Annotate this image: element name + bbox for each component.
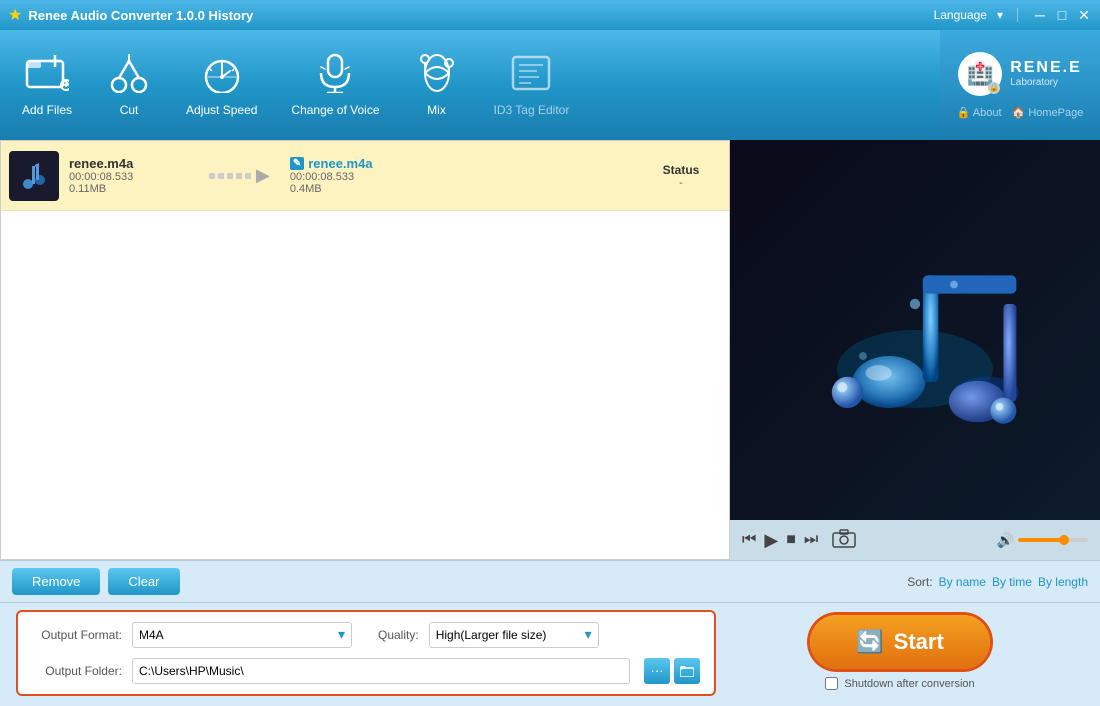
output-form: Output Format: M4A ▾ Quality: High(Large… (16, 610, 716, 696)
file-list-area: renee.m4a 00:00:08.533 0.11MB ▶ ✎ renee.… (0, 140, 730, 560)
maximize-button[interactable]: □ (1054, 7, 1070, 23)
quality-select[interactable]: High(Larger file size) ▾ (429, 622, 599, 648)
adjust-speed-icon (200, 53, 244, 99)
add-files-icon (25, 53, 69, 99)
add-files-label: Add Files (22, 103, 72, 117)
logo-area: 🏥 🔒 RENE.E Laboratory 🔒 About 🏠 HomePage (940, 30, 1100, 140)
folder-row: Output Folder: C:\Users\HP\Music\ ··· (32, 658, 700, 684)
toolbar-item-id3[interactable]: ID3 Tag Editor (482, 47, 582, 123)
change-of-voice-label: Change of Voice (291, 103, 379, 117)
id3-label: ID3 Tag Editor (494, 103, 570, 117)
about-link[interactable]: 🔒 About (957, 106, 1002, 119)
output-settings: Output Format: M4A ▾ Quality: High(Large… (0, 602, 1100, 702)
shutdown-label: Shutdown after conversion (844, 678, 974, 690)
shutdown-checkbox[interactable] (825, 677, 838, 690)
app-title: Renee Audio Converter 1.0.0 History (28, 8, 933, 23)
format-row: Output Format: M4A ▾ Quality: High(Large… (32, 622, 700, 648)
player-next-button[interactable]: ⏭ (804, 531, 818, 549)
player-play-button[interactable]: ▶ (764, 530, 778, 551)
titlebar: ★ Renee Audio Converter 1.0.0 History La… (0, 0, 1100, 30)
output-size: 0.4MB (290, 183, 641, 195)
main-area: renee.m4a 00:00:08.533 0.11MB ▶ ✎ renee.… (0, 140, 1100, 560)
preview-content (730, 140, 1100, 520)
file-status: Status - (641, 163, 721, 189)
player-prev-button[interactable]: ⏮ (742, 531, 756, 549)
file-thumbnail (9, 151, 59, 201)
adjust-speed-label: Adjust Speed (186, 103, 257, 117)
start-icon: 🔄 (856, 629, 883, 655)
volume-slider[interactable] (1018, 538, 1088, 542)
player-volume-area: 🔊 (864, 532, 1088, 549)
music-visual (775, 200, 1055, 460)
folder-value: C:\Users\HP\Music\ (139, 664, 244, 678)
quality-value: High(Larger file size) (436, 628, 547, 642)
file-source-info: renee.m4a 00:00:08.533 0.11MB (69, 156, 189, 195)
sort-by-name[interactable]: By name (939, 575, 986, 589)
clear-button[interactable]: Clear (108, 568, 179, 595)
id3-icon (509, 53, 553, 99)
close-button[interactable]: ✕ (1076, 7, 1092, 23)
sort-area: Sort: By name By time By length (907, 575, 1088, 589)
format-select[interactable]: M4A ▾ (132, 622, 352, 648)
header-area: Add Files Cut (0, 30, 1100, 140)
logo-name: RENE.E (1010, 59, 1082, 77)
bottom-controls: Remove Clear Sort: By name By time By le… (0, 560, 1100, 602)
preview-area: ⏮ ▶ ■ ⏭ 🔊 (730, 140, 1100, 560)
format-value: M4A (139, 628, 164, 642)
camera-button[interactable] (832, 528, 856, 553)
toolbar-item-mix[interactable]: Mix (402, 47, 472, 123)
minimize-button[interactable]: ─ (1032, 7, 1048, 23)
status-label: Status (641, 163, 721, 177)
language-dropdown-icon[interactable]: ▾ (997, 8, 1003, 22)
sort-label: Sort: (907, 575, 932, 589)
volume-thumb (1059, 535, 1069, 545)
app-logo-icon: ★ (8, 5, 22, 25)
sort-by-time[interactable]: By time (992, 575, 1032, 589)
remove-button[interactable]: Remove (12, 568, 100, 595)
toolbar-item-change-of-voice[interactable]: Change of Voice (279, 47, 391, 123)
toolbar-item-cut[interactable]: Cut (94, 47, 164, 123)
logo-sub: Laboratory (1010, 77, 1082, 88)
mix-icon (415, 53, 459, 99)
homepage-link[interactable]: 🏠 HomePage (1012, 106, 1084, 119)
language-label: Language (934, 8, 987, 22)
source-filename: renee.m4a (69, 156, 189, 171)
folder-buttons: ··· (644, 658, 700, 684)
browse-button[interactable]: ··· (644, 658, 670, 684)
change-of-voice-icon (313, 53, 357, 99)
quality-label: Quality: (378, 628, 419, 642)
player-stop-button[interactable]: ■ (786, 531, 796, 549)
sort-by-length[interactable]: By length (1038, 575, 1088, 589)
quality-dropdown-icon: ▾ (585, 626, 592, 643)
cut-icon (109, 53, 149, 99)
file-output-info: ✎ renee.m4a 00:00:08.533 0.4MB (290, 156, 641, 195)
shutdown-row: Shutdown after conversion (825, 677, 974, 690)
folder-input[interactable]: C:\Users\HP\Music\ (132, 658, 630, 684)
player-controls: ⏮ ▶ ■ ⏭ 🔊 (730, 520, 1100, 560)
folder-label: Output Folder: (32, 664, 122, 678)
file-list: renee.m4a 00:00:08.533 0.11MB ▶ ✎ renee.… (1, 141, 729, 559)
volume-icon: 🔊 (997, 532, 1014, 549)
format-dropdown-icon: ▾ (338, 626, 345, 643)
cut-label: Cut (120, 103, 139, 117)
mix-label: Mix (427, 103, 446, 117)
format-label: Output Format: (32, 628, 122, 642)
source-duration: 00:00:08.533 (69, 171, 189, 183)
toolbar: Add Files Cut (0, 30, 940, 140)
toolbar-item-adjust-speed[interactable]: Adjust Speed (174, 47, 269, 123)
status-value: - (641, 177, 721, 189)
output-filename: ✎ renee.m4a (290, 156, 641, 171)
table-row[interactable]: renee.m4a 00:00:08.533 0.11MB ▶ ✎ renee.… (1, 141, 729, 211)
convert-arrow-icon: ▶ (209, 165, 270, 186)
toolbar-item-add-files[interactable]: Add Files (10, 47, 84, 123)
start-button[interactable]: 🔄 Start (810, 615, 990, 669)
start-area: 🔄 Start Shutdown after conversion (716, 615, 1084, 690)
open-folder-button[interactable] (674, 658, 700, 684)
source-size: 0.11MB (69, 183, 189, 195)
start-label: Start (894, 629, 944, 655)
output-duration: 00:00:08.533 (290, 171, 641, 183)
